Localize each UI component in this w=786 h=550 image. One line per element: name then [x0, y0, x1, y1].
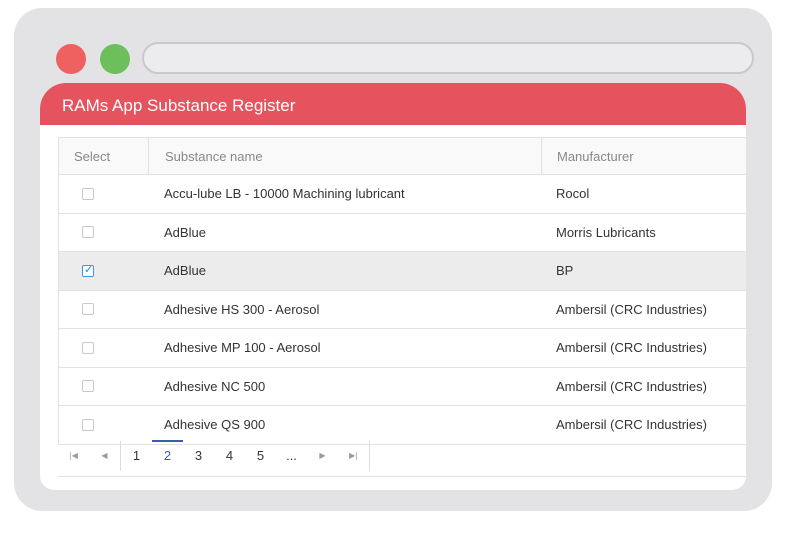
manufacturer-cell: Ambersil (CRC Industries)	[556, 378, 707, 394]
page-2[interactable]: 2	[152, 439, 183, 471]
page-5[interactable]: 5	[245, 441, 276, 471]
table-row[interactable]: AdBlue Morris Lubricants	[59, 214, 746, 252]
page-3[interactable]: 3	[183, 441, 214, 471]
header-manufacturer[interactable]: Manufacturer	[541, 138, 746, 174]
substance-name-cell: Accu-lube LB - 10000 Machining lubricant	[164, 186, 405, 202]
table-row[interactable]: AdBlue BP	[59, 252, 746, 291]
manufacturer-cell: Ambersil (CRC Industries)	[556, 301, 707, 317]
first-page-icon[interactable]: |◀	[58, 441, 89, 471]
row-checkbox[interactable]	[82, 263, 94, 277]
last-page-icon[interactable]: ▶|	[338, 441, 369, 471]
select-cell	[59, 329, 148, 367]
substance-name-cell: Adhesive MP 100 - Aerosol	[164, 340, 321, 356]
row-checkbox[interactable]	[82, 418, 94, 431]
table-header: Select Substance name Manufacturer	[59, 138, 746, 175]
table-row[interactable]: Adhesive HS 300 - Aerosol Ambersil (CRC I…	[59, 291, 746, 329]
more-pages[interactable]: ...	[276, 441, 307, 471]
select-cell	[59, 214, 148, 252]
select-cell	[59, 252, 148, 290]
select-cell	[59, 368, 148, 406]
manufacturer-cell: BP	[556, 263, 574, 279]
next-page-icon[interactable]: ▶	[307, 441, 338, 471]
table-row[interactable]: Accu-lube LB - 10000 Machining lubricant…	[59, 175, 746, 214]
address-bar[interactable]	[142, 42, 754, 74]
app-window: RAMs App Substance Register Select Subst…	[40, 83, 746, 490]
select-cell	[59, 175, 148, 213]
table-row[interactable]: Adhesive MP 100 - Aerosol Ambersil (CRC I…	[59, 329, 746, 368]
manufacturer-cell: Ambersil (CRC Industries)	[556, 340, 707, 356]
previous-page-icon[interactable]: ◀	[89, 441, 120, 471]
row-checkbox[interactable]	[82, 303, 94, 316]
manufacturer-cell: Morris Lubricants	[556, 224, 656, 240]
pagination: |◀ ◀ 1 2 3 4 5 ... ▶ ▶|	[58, 435, 746, 477]
row-checkbox[interactable]	[82, 226, 94, 239]
row-checkbox[interactable]	[82, 187, 94, 200]
substance-name-cell: AdBlue	[164, 263, 206, 279]
header-select[interactable]: Select	[59, 138, 148, 174]
row-checkbox[interactable]	[82, 341, 94, 354]
maximize-window-dot[interactable]	[100, 44, 130, 74]
header-substance-name[interactable]: Substance name	[148, 138, 541, 174]
page-1[interactable]: 1	[121, 441, 152, 471]
substance-name-cell: AdBlue	[164, 224, 206, 240]
substance-table: Select Substance name Manufacturer Accu-…	[58, 137, 746, 445]
close-window-dot[interactable]	[56, 44, 86, 74]
window-title: RAMs App Substance Register	[40, 83, 746, 125]
page-4[interactable]: 4	[214, 441, 245, 471]
select-cell	[59, 291, 148, 329]
table-row[interactable]: Adhesive NC 500 Ambersil (CRC Industries)	[59, 368, 746, 406]
pager-divider	[369, 440, 370, 471]
substance-name-cell: Adhesive HS 300 - Aerosol	[164, 301, 320, 317]
substance-name-cell: Adhesive NC 500	[164, 378, 266, 394]
manufacturer-cell: Rocol	[556, 186, 590, 202]
row-checkbox[interactable]	[82, 380, 94, 393]
